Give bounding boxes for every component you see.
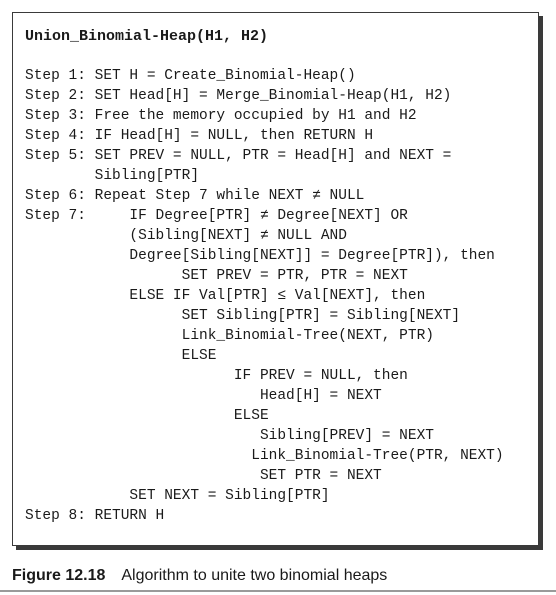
algorithm-line: SET NEXT = Sibling[PTR] [25, 488, 330, 504]
algorithm-line-step-5: Step 5: SET PREV = NULL, PTR = Head[H] a… [25, 148, 452, 164]
algorithm-line-step-6: Step 6: Repeat Step 7 while NEXT ≠ NULL [25, 188, 365, 204]
algorithm-line-step-7: Step 7: IF Degree[PTR] ≠ Degree[NEXT] OR [25, 208, 408, 224]
caption-divider [0, 590, 556, 592]
figure-caption: Figure 12.18 Algorithm to unite two binom… [12, 566, 387, 586]
algorithm-line: Link_Binomial-Tree(PTR, NEXT) [25, 448, 504, 464]
algorithm-line-step-1: Step 1: SET H = Create_Binomial-Heap() [25, 68, 356, 84]
algorithm-line: SET Sibling[PTR] = Sibling[NEXT] [25, 308, 461, 324]
algorithm-line: ELSE [25, 408, 269, 424]
algorithm-line: ELSE [25, 348, 217, 364]
algorithm-line-step-8: Step 8: RETURN H [25, 508, 165, 524]
algorithm-box: Union_Binomial-Heap(H1, H2) Step 1: SET … [12, 12, 539, 546]
algorithm-line-step-5-cont: Sibling[PTR] [25, 168, 200, 184]
algorithm-line: IF PREV = NULL, then [25, 368, 408, 384]
algorithm-line: ELSE IF Val[PTR] ≤ Val[NEXT], then [25, 288, 426, 304]
algorithm-line: Head[H] = NEXT [25, 388, 382, 404]
algorithm-line: Sibling[PREV] = NEXT [25, 428, 434, 444]
algorithm-line: SET PTR = NEXT [25, 468, 382, 484]
algorithm-line: (Sibling[NEXT] ≠ NULL AND [25, 228, 347, 244]
algorithm-line-step-3: Step 3: Free the memory occupied by H1 a… [25, 108, 417, 124]
algorithm-line: SET PREV = PTR, PTR = NEXT [25, 268, 408, 284]
algorithm-line: Link_Binomial-Tree(NEXT, PTR) [25, 328, 434, 344]
algorithm-line-step-4: Step 4: IF Head[H] = NULL, then RETURN H [25, 128, 374, 144]
algorithm-title: Union_Binomial-Heap(H1, H2) [25, 28, 269, 45]
algorithm-line-step-2: Step 2: SET Head[H] = Merge_Binomial-Hea… [25, 88, 452, 104]
algorithm-line: Degree[Sibling[NEXT]] = Degree[PTR]), th… [25, 248, 495, 264]
figure-caption-label: Figure 12.18 [12, 567, 106, 584]
figure-caption-text: Algorithm to unite two binomial heaps [121, 567, 388, 584]
